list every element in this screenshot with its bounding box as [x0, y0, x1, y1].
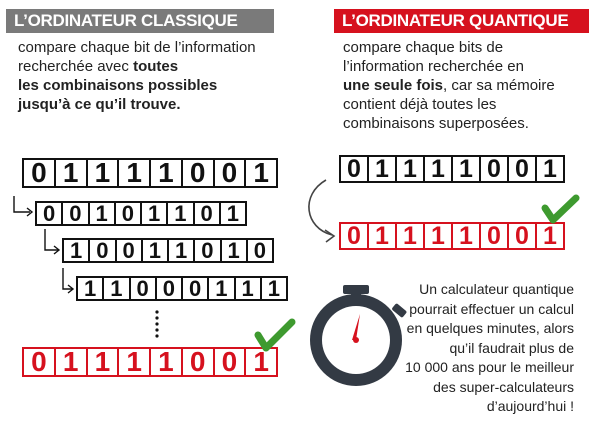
- fact-line: qu’il faudrait plus de: [449, 339, 574, 356]
- ellipsis-dots: [155, 310, 159, 338]
- checkmark-icon: [541, 194, 580, 224]
- fact-line: pourrait effectuer un calcul: [409, 300, 574, 317]
- quantum-speed-fact: Un calculateur quantique pourrait effectu…: [404, 280, 574, 417]
- bracket-arrow-icon: [62, 268, 75, 294]
- fact-line: d’aujourd’hui !: [486, 398, 574, 414]
- fact-line: 10 000 ans pour le meilleur: [405, 359, 574, 375]
- fact-line: en quelques minutes, alors: [406, 320, 574, 336]
- checkmark-icon: [254, 318, 296, 352]
- bracket-arrow-icon: [44, 229, 61, 255]
- bracket-arrow-icon: [13, 196, 34, 217]
- stopwatch-icon: [310, 285, 407, 386]
- fact-line: Un calculateur quantique: [419, 281, 574, 297]
- curved-arrow-icon: [308, 179, 336, 243]
- fact-line: des super-calculateurs: [433, 378, 574, 395]
